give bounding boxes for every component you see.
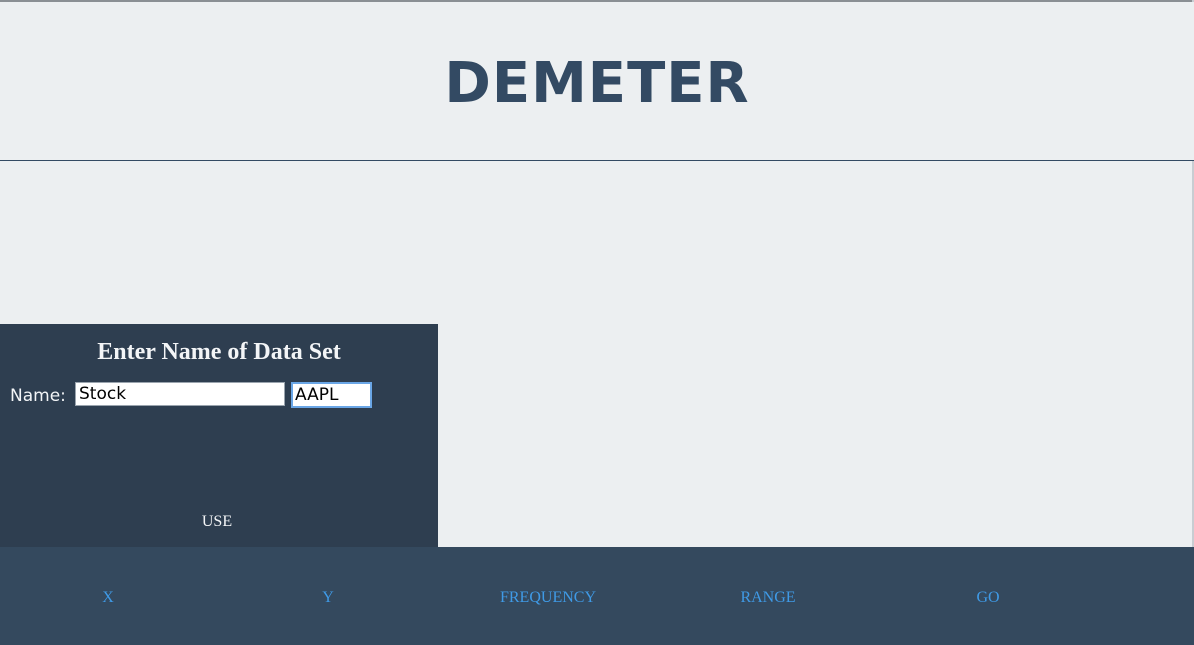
ticker-input[interactable] — [291, 382, 372, 408]
use-button[interactable]: USE — [187, 512, 247, 532]
panel-heading: Enter Name of Data Set — [97, 339, 341, 365]
nav-go[interactable]: GO — [908, 588, 1068, 608]
nav-x[interactable]: X — [28, 588, 188, 608]
header: DEMETER — [0, 2, 1194, 161]
app-title: DEMETER — [444, 51, 750, 116]
dataset-name-input[interactable] — [75, 382, 285, 406]
dataset-panel: Enter Name of Data Set Name: USE — [0, 324, 438, 547]
footer-nav: X Y FREQUENCY RANGE GO — [0, 547, 1194, 645]
name-label: Name: — [10, 386, 66, 406]
nav-frequency[interactable]: FREQUENCY — [468, 588, 628, 608]
nav-range[interactable]: RANGE — [688, 588, 848, 608]
header-divider — [0, 160, 1194, 161]
nav-y[interactable]: Y — [248, 588, 408, 608]
